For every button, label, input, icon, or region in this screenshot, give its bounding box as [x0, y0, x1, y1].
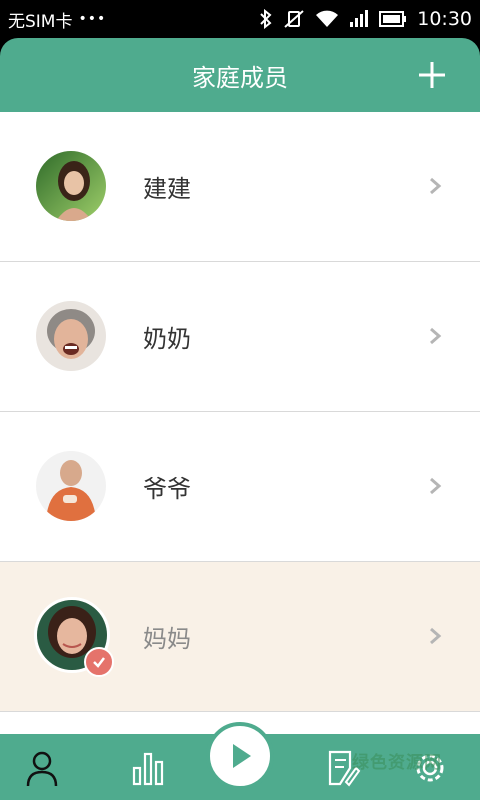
person-icon	[26, 751, 58, 787]
member-name: 妈妈	[143, 625, 191, 653]
bar-chart-icon	[132, 752, 164, 786]
member-list: 建建 奶奶 爷爷 妈妈	[0, 112, 480, 734]
screen: 无SIM卡 ••• 10:30 家庭成员 建建 奶奶 爷爷 妈妈 绿色资源网	[0, 0, 480, 800]
play-button[interactable]	[206, 722, 274, 790]
avatar	[36, 451, 106, 521]
check-icon	[93, 657, 105, 668]
watermark: 绿色资源网	[352, 753, 442, 773]
bluetooth-icon	[260, 9, 272, 29]
member-row-nainai[interactable]: 奶奶	[0, 262, 480, 412]
nav-profile-button[interactable]	[22, 748, 62, 788]
member-row-jianjian[interactable]: 建建	[0, 112, 480, 262]
signal-icon	[350, 10, 369, 27]
page-title: 家庭成员	[192, 63, 288, 92]
chevron-right-icon	[430, 477, 442, 495]
status-right: 10:30	[259, 8, 472, 30]
carrier-label: 无SIM卡	[8, 11, 73, 32]
member-row-yeye[interactable]: 爷爷	[0, 412, 480, 562]
nav-stats-button[interactable]	[128, 748, 168, 788]
status-left: 无SIM卡 •••	[8, 7, 106, 32]
battery-icon	[379, 11, 407, 27]
play-icon	[233, 744, 251, 768]
plus-icon	[419, 62, 445, 88]
add-member-button[interactable]	[414, 57, 450, 93]
clock: 10:30	[417, 8, 472, 30]
member-name: 爷爷	[143, 475, 191, 503]
avatar	[36, 301, 106, 371]
member-row-mama[interactable]: 妈妈	[0, 562, 480, 712]
avatar-wrap	[36, 151, 106, 221]
app-header: 家庭成员	[0, 38, 480, 112]
notification-dots: •••	[78, 11, 107, 27]
avatar-wrap	[36, 451, 106, 521]
chevron-right-icon	[430, 627, 442, 645]
selected-check-badge	[84, 647, 114, 677]
member-name: 奶奶	[143, 325, 191, 353]
chevron-right-icon	[430, 177, 442, 195]
wifi-icon	[316, 10, 339, 27]
member-name: 建建	[143, 175, 191, 203]
avatar-wrap	[36, 301, 106, 371]
vibrate-off-icon	[284, 10, 304, 28]
status-bar: 无SIM卡 ••• 10:30	[0, 0, 480, 38]
avatar-wrap	[34, 597, 114, 677]
chevron-right-icon	[430, 327, 442, 345]
avatar	[36, 151, 106, 221]
